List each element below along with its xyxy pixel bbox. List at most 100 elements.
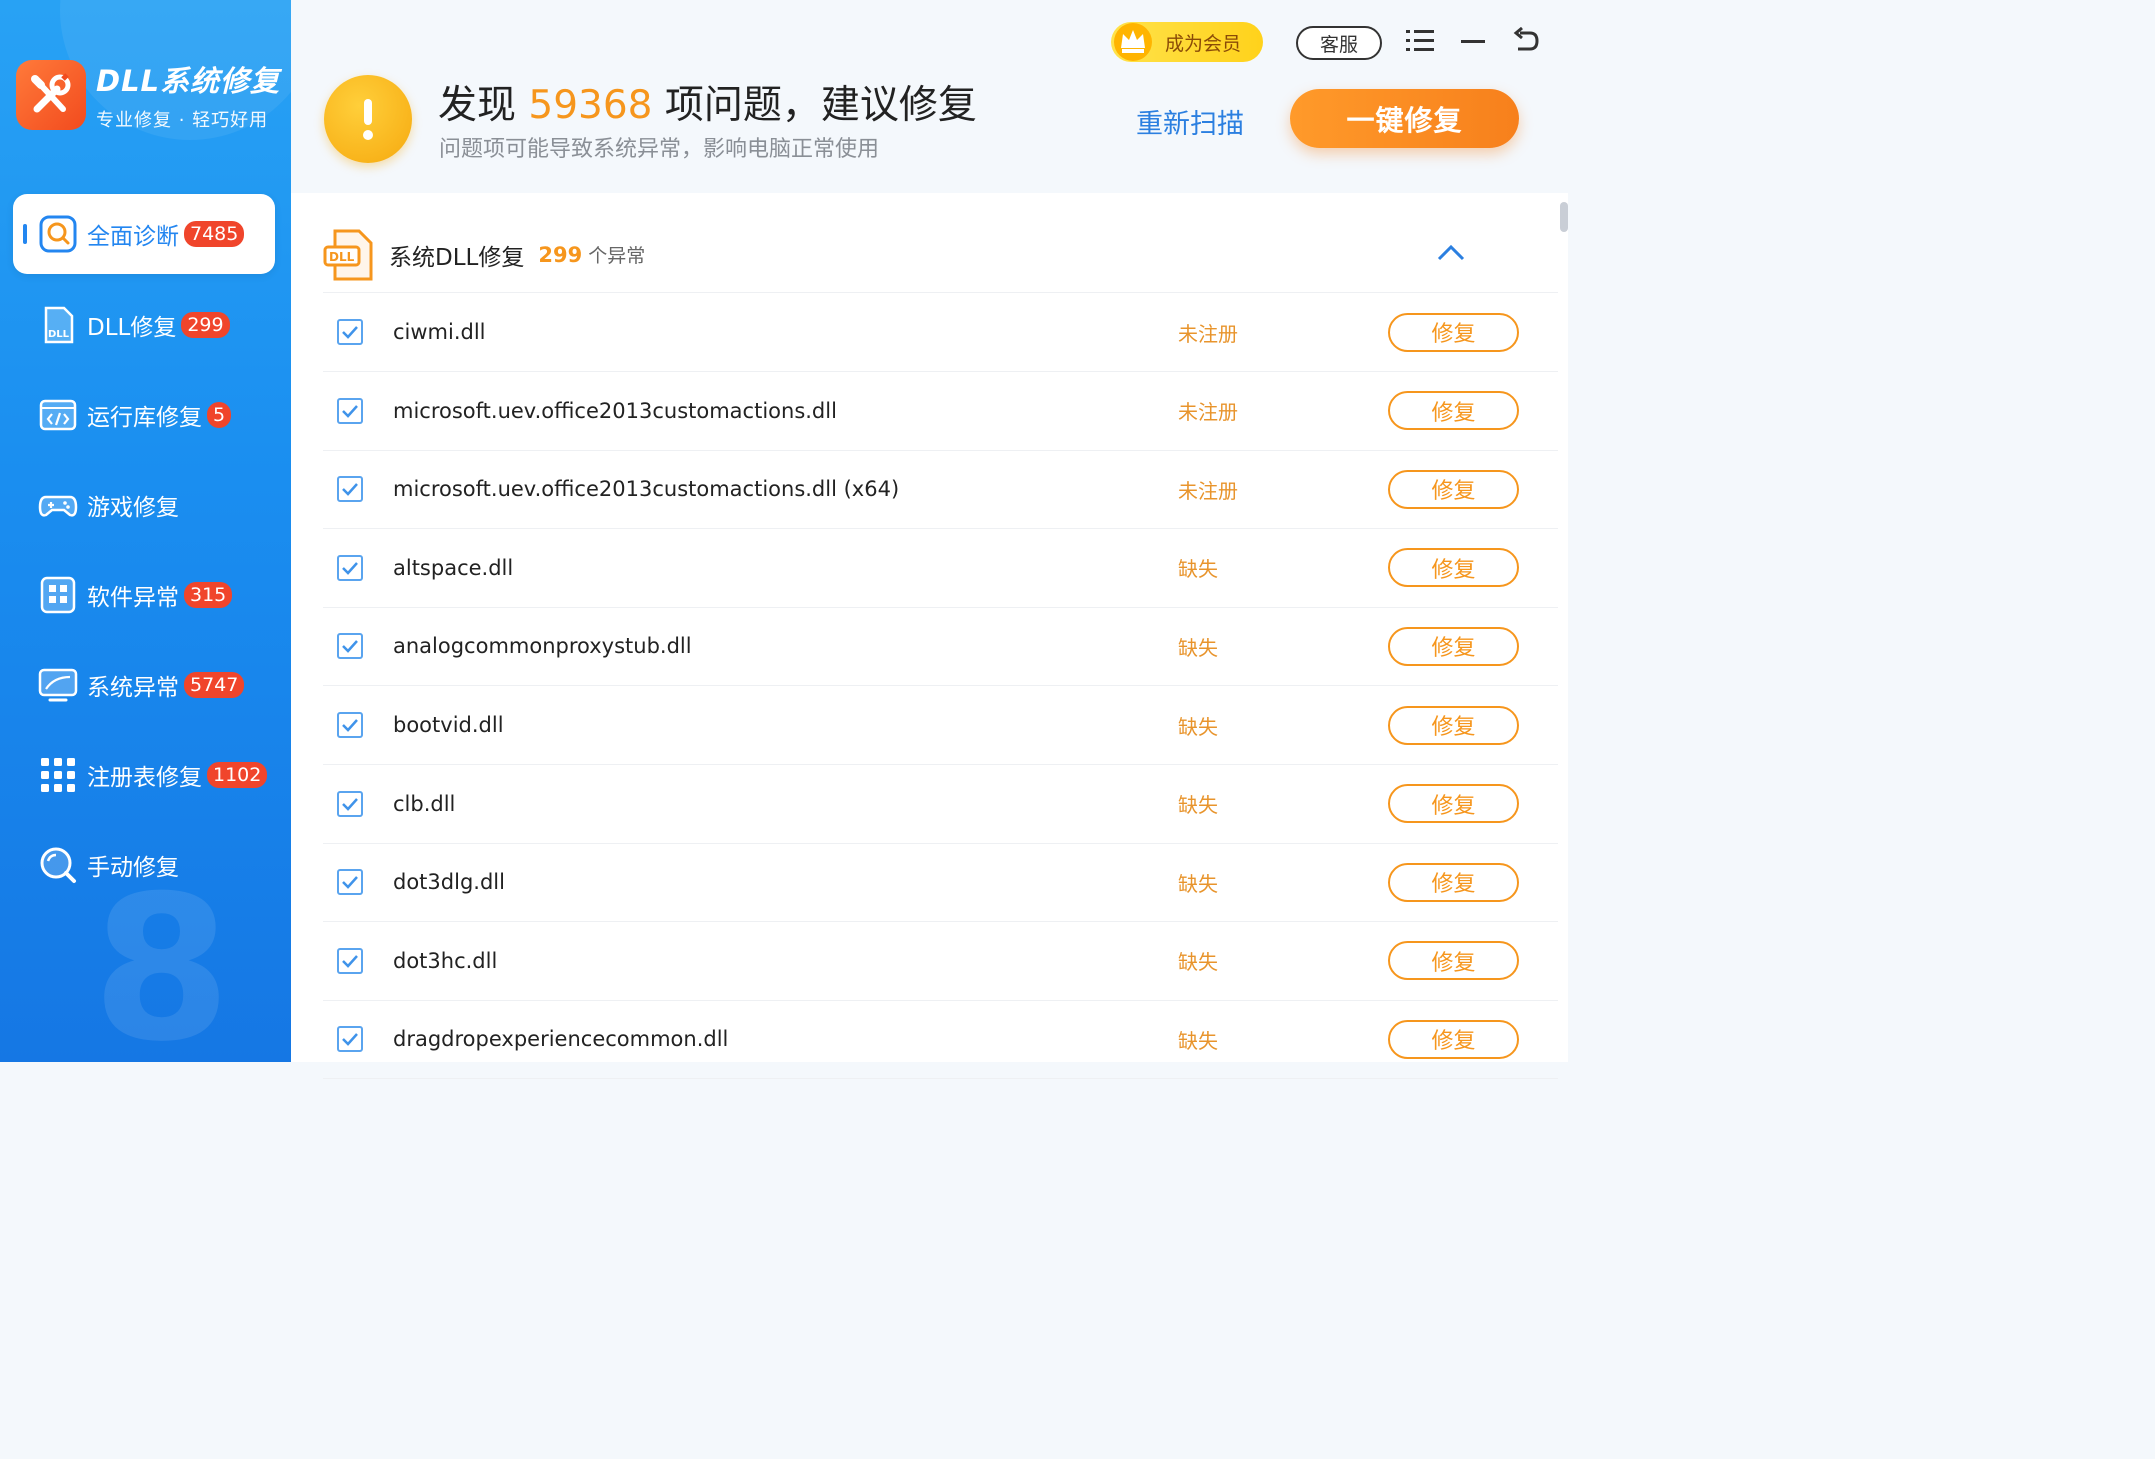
sidebar-item-dll-repair[interactable]: DLL DLL修复 299 [13, 285, 275, 365]
table-row: ciwmi.dll 未注册 修复 [323, 293, 1558, 372]
sidebar-item-full-diagnosis[interactable]: 全面诊断 7485 [13, 194, 275, 274]
chevron-up-icon[interactable] [1436, 243, 1466, 263]
row-checkbox[interactable] [337, 947, 363, 974]
svg-text:DLL: DLL [48, 329, 70, 340]
row-checkbox[interactable] [337, 397, 363, 424]
issue-status: 缺失 [1178, 1028, 1218, 1053]
file-name: ciwmi.dll [393, 320, 486, 344]
fix-all-button[interactable]: 一键修复 [1290, 89, 1519, 148]
checkmark-icon [342, 1033, 358, 1047]
sidebar-item-game-repair[interactable]: 游戏修复 [13, 465, 275, 545]
file-name: dragdropexperiencecommon.dll [393, 1027, 729, 1052]
scan-result-subline: 问题项可能导致系统异常，影响电脑正常使用 [439, 137, 880, 162]
issue-status: 缺失 [1178, 557, 1218, 582]
fix-button[interactable]: 修复 [1388, 705, 1519, 745]
checkmark-icon [342, 483, 358, 497]
file-name: clb.dll [393, 791, 456, 816]
fix-button[interactable]: 修复 [1388, 1019, 1519, 1059]
row-checkbox[interactable] [337, 554, 363, 581]
row-checkbox[interactable] [337, 319, 363, 345]
results-panel: DLL 系统DLL修复 299 个异常 ciwmi.dll 未注册 修复 mic… [291, 193, 1568, 1080]
table-row: microsoft.uev.office2013customactions.dl… [323, 450, 1558, 530]
checkmark-icon [342, 326, 358, 339]
scan-search-icon [38, 214, 78, 254]
sidebar: DLL系统修复 专业修复 · 轻巧好用 全面诊断 7485 DLL DLL修复 … [0, 0, 291, 1062]
sidebar-item-runtime-repair[interactable]: 运行库修复 5 [13, 375, 275, 455]
scrollbar-thumb[interactable] [1560, 202, 1568, 232]
count-badge: 1102 [207, 762, 268, 788]
fix-button[interactable]: 修复 [1388, 862, 1519, 902]
scan-result-headline: 发现 59368 项问题，建议修复 [438, 74, 977, 130]
table-row: microsoft.uev.office2013customactions.dl… [323, 372, 1558, 451]
fix-button[interactable]: 修复 [1388, 626, 1519, 666]
count-badge: 5 [207, 402, 232, 428]
active-indicator [23, 224, 27, 244]
sidebar-item-registry-repair[interactable]: 注册表修复 1102 [13, 735, 275, 815]
checkmark-icon [342, 719, 358, 732]
issue-status: 缺失 [1178, 714, 1218, 739]
fix-button[interactable]: 修复 [1388, 469, 1519, 509]
table-row: clb.dll 缺失 修复 [323, 765, 1558, 844]
checkmark-icon [342, 561, 358, 575]
row-checkbox[interactable] [337, 1026, 363, 1053]
section-title: 系统DLL修复 [389, 244, 525, 271]
headline-suffix: 项问题，建议修复 [664, 83, 977, 128]
row-checkbox[interactable] [337, 476, 363, 503]
count-badge: 5747 [184, 672, 245, 698]
count-badge: 7485 [184, 221, 245, 247]
monitor-icon [38, 665, 78, 705]
wrench-screwdriver-logo-icon [16, 60, 86, 130]
sidebar-item-system-anomaly[interactable]: 系统异常 5747 [13, 645, 275, 725]
dll-file-icon: DLL [323, 227, 375, 283]
menu-list-icon[interactable] [1405, 26, 1437, 56]
headline-prefix: 发现 [438, 83, 517, 128]
vip-button[interactable]: 成为会员 [1111, 22, 1263, 62]
sidebar-item-label: 软件异常 [87, 585, 179, 611]
section-unit: 个异常 [588, 245, 646, 267]
row-checkbox[interactable] [337, 712, 363, 738]
table-row: altspace.dll 缺失 修复 [323, 529, 1558, 608]
checkmark-icon [342, 404, 358, 418]
app-grid-icon [38, 575, 78, 615]
file-name: dot3hc.dll [393, 948, 498, 973]
brand-subtitle: 专业修复 · 轻巧好用 [96, 110, 269, 131]
fix-button[interactable]: 修复 [1388, 548, 1519, 588]
registry-grid-icon [38, 755, 78, 795]
header: 成为会员 客服 发现 59368 项问题，建议修复 问题项可能导致系统异常，影响… [291, 0, 1568, 193]
fix-button[interactable]: 修复 [1388, 312, 1519, 352]
checkmark-icon [342, 640, 358, 654]
fix-button[interactable]: 修复 [1388, 941, 1519, 981]
table-row: analogcommonproxystub.dll 缺失 修复 [323, 607, 1558, 687]
count-badge: 299 [181, 312, 230, 338]
sidebar-item-label: 游戏修复 [87, 495, 179, 521]
file-name: bootvid.dll [393, 713, 504, 737]
row-checkbox[interactable] [337, 633, 363, 660]
issue-status: 缺失 [1178, 635, 1218, 660]
fix-button[interactable]: 修复 [1388, 391, 1519, 431]
table-row: dot3dlg.dll 缺失 修复 [323, 843, 1558, 923]
customer-service-button[interactable]: 客服 [1296, 26, 1382, 60]
minimize-icon[interactable] [1457, 26, 1489, 56]
issue-status: 未注册 [1178, 478, 1238, 503]
section-header[interactable]: DLL 系统DLL修复 299 个异常 [323, 217, 1558, 293]
rescan-link[interactable]: 重新扫描 [1136, 102, 1244, 141]
file-name: analogcommonproxystub.dll [393, 634, 692, 659]
table-row: dot3hc.dll 缺失 修复 [323, 922, 1558, 1001]
row-checkbox[interactable] [337, 790, 363, 817]
sidebar-item-label: 系统异常 [87, 675, 179, 701]
fix-button[interactable]: 修复 [1388, 784, 1519, 824]
checkmark-icon [342, 797, 358, 811]
sidebar-item-label: DLL修复 [87, 315, 177, 341]
dll-file-icon: DLL [38, 305, 78, 345]
issue-status: 未注册 [1178, 400, 1238, 425]
section-count: 299 [538, 242, 583, 267]
back-close-icon[interactable] [1510, 26, 1542, 56]
decor-digit: 8 [92, 853, 232, 1063]
row-checkbox[interactable] [337, 869, 363, 896]
file-name: microsoft.uev.office2013customactions.dl… [393, 477, 900, 502]
file-name: dot3dlg.dll [393, 870, 505, 895]
scrollbar-track[interactable] [1558, 200, 1568, 1062]
magnifier-icon [38, 845, 78, 885]
vip-label: 成为会员 [1165, 32, 1242, 55]
sidebar-item-software-anomaly[interactable]: 软件异常 315 [13, 555, 275, 635]
